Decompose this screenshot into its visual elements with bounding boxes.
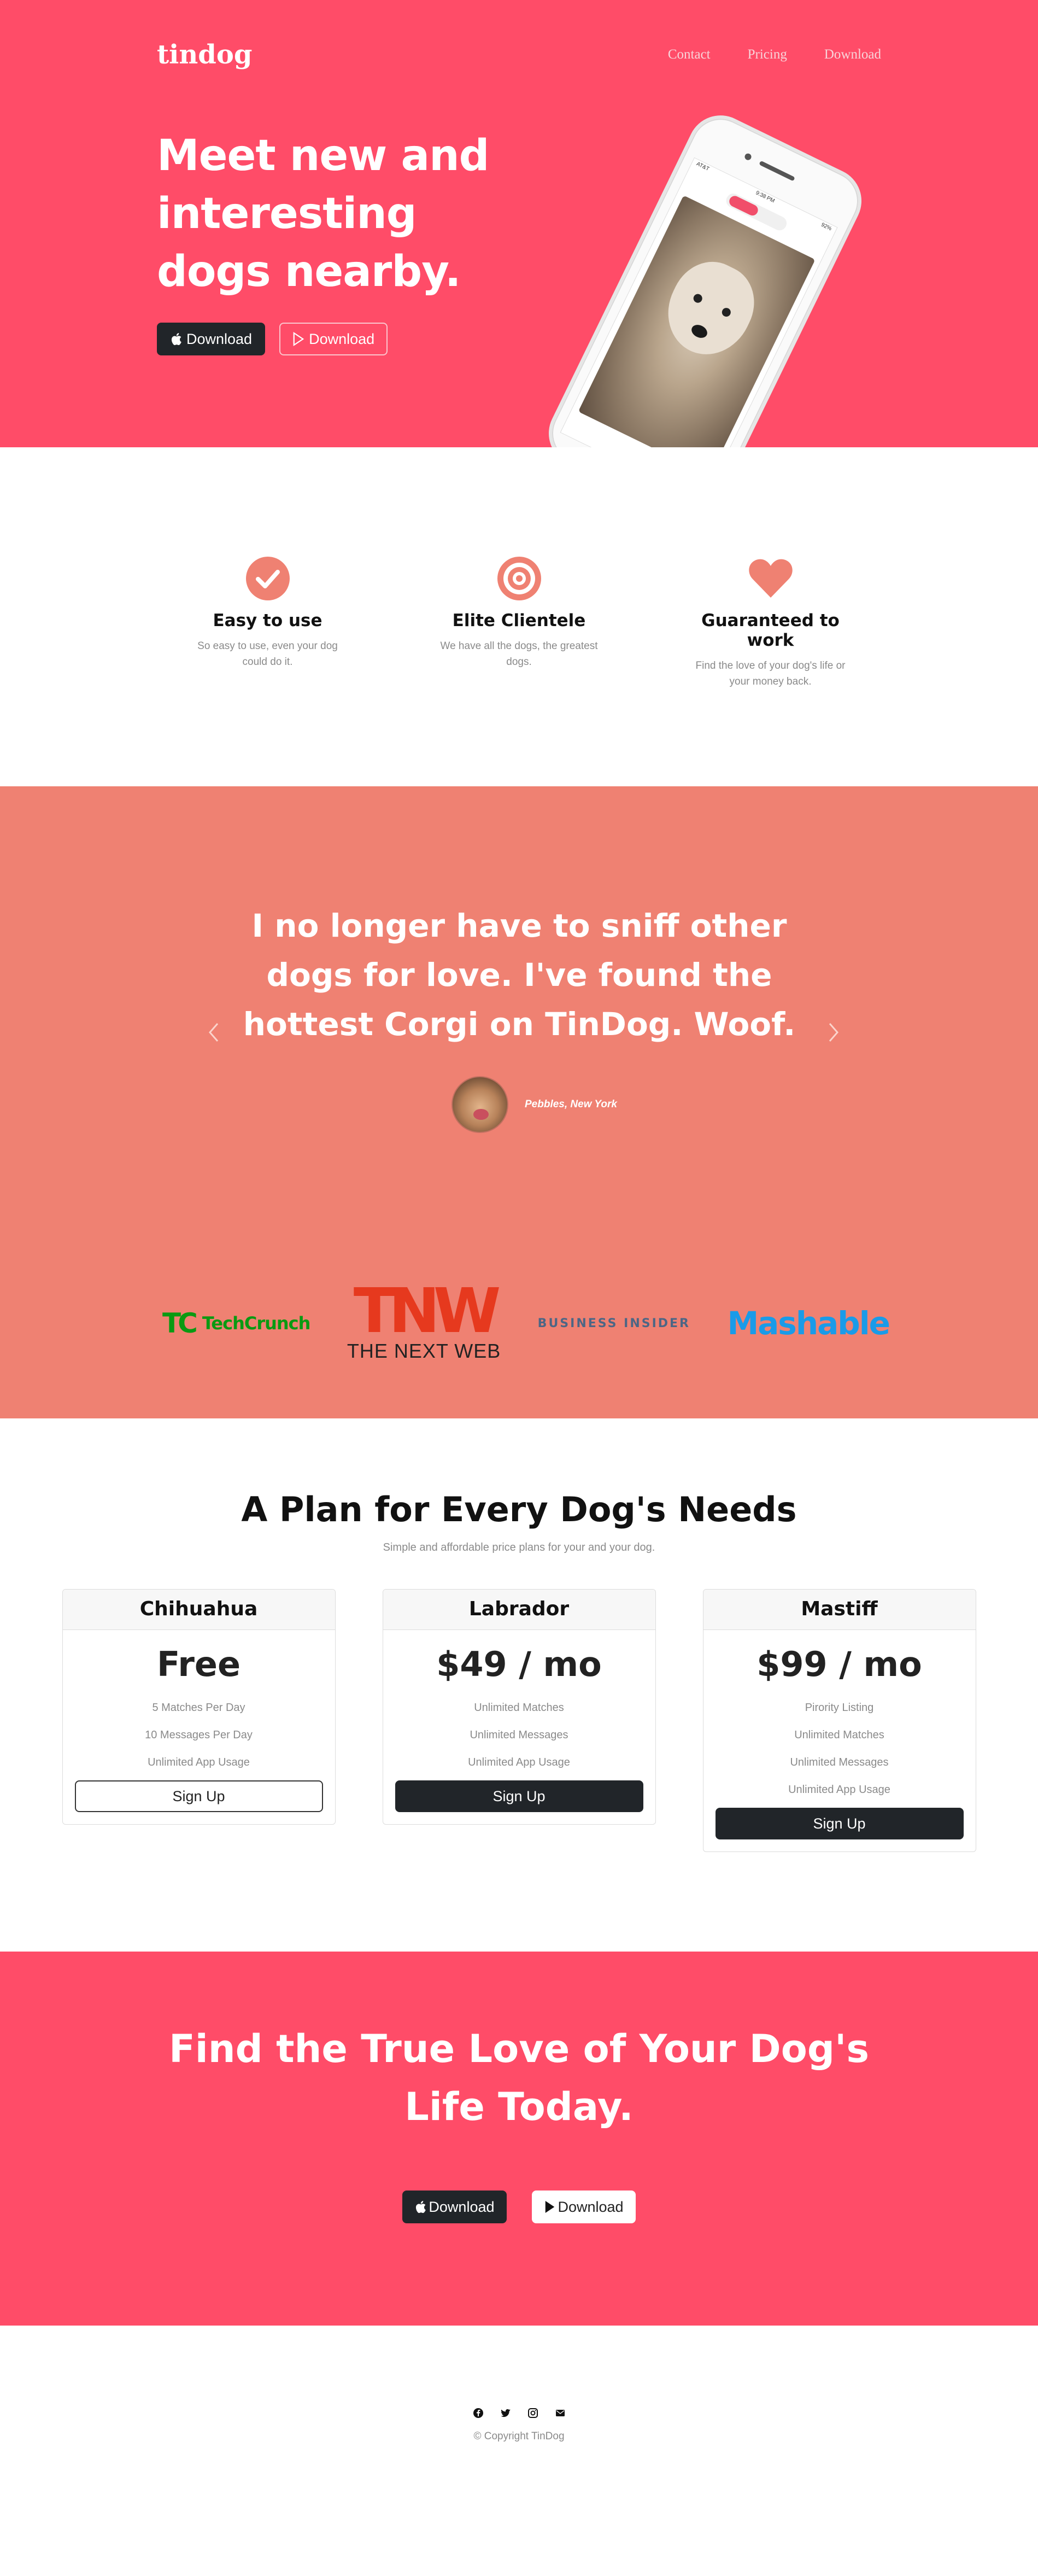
brand-logo[interactable]: tindog — [157, 39, 252, 70]
bullseye-icon — [497, 557, 541, 600]
feature-easy: Easy to use So easy to use, even your do… — [180, 554, 355, 786]
feature-elite: Elite Clientele We have all the dogs, th… — [432, 554, 607, 786]
tnw-logo: TNW THE NEXT WEB — [347, 1276, 501, 1363]
pricing-cards: Chihuahua Free 5 Matches Per Day 10 Mess… — [0, 1589, 1038, 1852]
testimonial-quote: I no longer have to sniff other dogs for… — [243, 907, 796, 1043]
play-download-button[interactable]: Download — [279, 323, 388, 355]
phone-carrier: AT&T — [695, 161, 711, 173]
apple-icon — [416, 2201, 426, 2213]
phone-body: AT&T 9:38 PM 92% — [537, 104, 873, 447]
cta-apple-download-label: Download — [429, 2198, 495, 2215]
plan-price: $49 / mo — [436, 1644, 602, 1684]
plan-feature: Unlimited App Usage — [468, 1756, 570, 1768]
sign-up-button[interactable]: Sign Up — [395, 1780, 643, 1812]
nav-link-pricing[interactable]: Pricing — [748, 47, 787, 62]
copyright-text: © Copyright TinDog — [473, 2431, 565, 2442]
cta-apple-download-button[interactable]: Download — [402, 2191, 507, 2223]
plan-feature: Unlimited App Usage — [788, 1784, 890, 1796]
envelope-icon[interactable] — [555, 2408, 566, 2419]
pricing-section: A Plan for Every Dog's Needs Simple and … — [0, 1418, 1038, 1952]
plan-feature: 5 Matches Per Day — [152, 1702, 245, 1714]
plan-feature: Unlimited Messages — [470, 1729, 568, 1741]
testimonial-author: Pebbles, New York — [451, 1076, 617, 1133]
tnw-mark: TNW — [353, 1276, 501, 1347]
techcrunch-text: TechCrunch — [202, 1313, 311, 1334]
business-insider-logo: BUSINESS INSIDER — [537, 1316, 690, 1330]
phone-mockup: AT&T 9:38 PM 92% — [537, 104, 875, 447]
plan-feature: Unlimited Matches — [794, 1729, 884, 1741]
plan-price: $99 / mo — [756, 1644, 922, 1684]
feature-text: Find the love of your dog's life or your… — [695, 660, 846, 687]
twitter-icon[interactable] — [500, 2408, 511, 2419]
plan-name: Labrador — [383, 1590, 655, 1630]
testimonial-section: I no longer have to sniff other dogs for… — [0, 786, 1038, 1418]
techcrunch-mark: TC — [162, 1307, 198, 1339]
plan-name: Chihuahua — [62, 1590, 335, 1630]
plan-feature: Unlimited App Usage — [148, 1756, 250, 1768]
plan-feature: Unlimited Matches — [474, 1702, 564, 1714]
check-circle-icon — [245, 557, 290, 600]
nav-links: Contact Pricing Download — [668, 47, 881, 62]
hero-buttons: Download Download — [157, 323, 388, 355]
feature-title: Easy to use — [213, 611, 322, 630]
dog-eye-left — [691, 292, 704, 305]
heart-icon — [748, 559, 793, 598]
feature-title: Guaranteed to work — [701, 611, 840, 650]
plan-feature: Pirority Listing — [805, 1702, 874, 1714]
apple-download-button[interactable]: Download — [157, 323, 266, 355]
cta-play-download-label: Download — [558, 2198, 624, 2215]
phone-time: 9:38 PM — [754, 190, 776, 205]
google-play-icon — [545, 2201, 554, 2213]
cta-buttons: Download Download — [0, 2191, 1038, 2223]
cta-play-download-button[interactable]: Download — [531, 2191, 636, 2223]
dog-eye-right — [720, 306, 732, 318]
hero-title: Meet new and interesting dogs nearby. — [157, 131, 490, 296]
techcrunch-logo: TC TechCrunch — [162, 1307, 310, 1339]
dog-photo — [578, 195, 816, 447]
author-name: Pebbles, New York — [525, 1099, 617, 1110]
tnw-text: THE NEXT WEB — [347, 1340, 501, 1362]
plan-price: Free — [156, 1644, 241, 1684]
apple-download-label: Download — [186, 330, 253, 347]
feature-guaranteed: Guaranteed to work Find the love of your… — [683, 554, 858, 786]
plan-card-labrador: Labrador $49 / mo Unlimited Matches Unli… — [382, 1589, 656, 1825]
plan-feature: 10 Messages Per Day — [145, 1729, 253, 1741]
features-section: Easy to use So easy to use, even your do… — [0, 447, 1038, 786]
phone-camera — [743, 152, 753, 161]
sign-up-button[interactable]: Sign Up — [715, 1808, 964, 1839]
plan-feature: Unlimited Messages — [790, 1756, 889, 1768]
plan-card-chihuahua: Chihuahua Free 5 Matches Per Day 10 Mess… — [62, 1589, 336, 1825]
cta-section: Find the True Love of Your Dog's Life To… — [0, 1952, 1038, 2326]
play-download-label: Download — [309, 330, 375, 347]
facebook-icon[interactable] — [473, 2408, 484, 2419]
phone-battery: 92% — [820, 221, 833, 232]
navbar: tindog Contact Pricing Download — [157, 38, 881, 71]
phone-speaker — [759, 160, 795, 182]
dog-nose — [689, 322, 709, 341]
google-play-icon — [293, 332, 304, 346]
carousel-prev-icon[interactable] — [203, 1016, 223, 1049]
footer: © Copyright TinDog — [0, 2326, 1038, 2576]
plan-card-mastiff: Mastiff $99 / mo Pirority Listing Unlimi… — [702, 1589, 976, 1852]
pricing-title: A Plan for Every Dog's Needs — [241, 1489, 797, 1529]
plan-name: Mastiff — [703, 1590, 976, 1630]
feature-text: We have all the dogs, the greatest dogs. — [440, 640, 598, 668]
hero-section: tindog Contact Pricing Download Meet new… — [0, 0, 1038, 447]
mashable-logo: Mashable — [727, 1305, 890, 1342]
press-logos: TC TechCrunch TNW THE NEXT WEB BUSINESS … — [162, 1276, 890, 1363]
phone-screen: AT&T 9:38 PM 92% — [560, 157, 838, 447]
nav-link-download[interactable]: Download — [824, 47, 881, 62]
instagram-icon[interactable] — [527, 2408, 538, 2419]
sign-up-button[interactable]: Sign Up — [74, 1780, 323, 1812]
pricing-subtitle: Simple and affordable price plans for yo… — [383, 1541, 655, 1553]
dog-face — [653, 249, 768, 369]
author-avatar — [451, 1076, 508, 1133]
apple-icon — [171, 333, 181, 346]
carousel-next-icon[interactable] — [824, 1016, 844, 1049]
nav-link-contact[interactable]: Contact — [668, 47, 711, 62]
feature-text: So easy to use, even your dog could do i… — [197, 640, 338, 668]
feature-title: Elite Clientele — [452, 611, 586, 630]
cta-title: Find the True Love of Your Dog's Life To… — [168, 2026, 870, 2129]
social-links — [0, 2408, 1038, 2419]
